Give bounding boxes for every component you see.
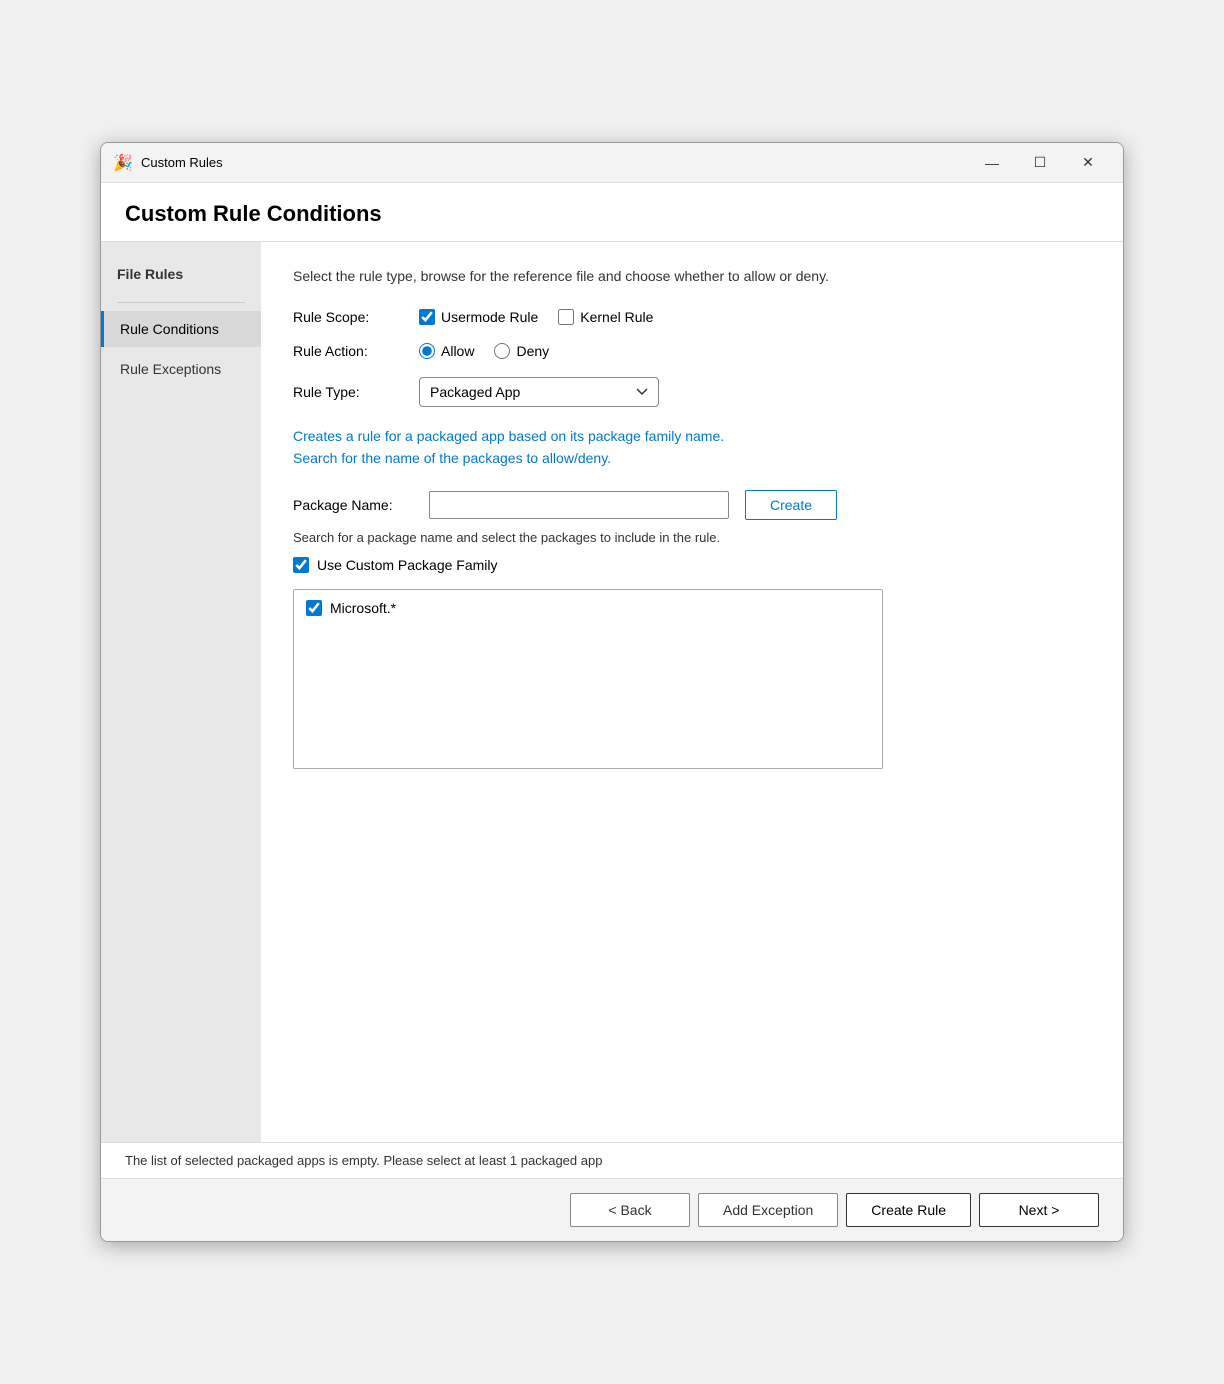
rule-type-select[interactable]: Publisher Path File Hash Packaged App xyxy=(419,377,659,407)
kernel-rule-checkbox[interactable] xyxy=(558,309,574,325)
main-window: 🎉 Custom Rules — ☐ ✕ Custom Rule Conditi… xyxy=(100,142,1124,1242)
close-button[interactable]: ✕ xyxy=(1065,147,1111,179)
page-header: Custom Rule Conditions xyxy=(101,183,1123,242)
usermode-rule-checkbox[interactable] xyxy=(419,309,435,325)
usermode-rule-label: Usermode Rule xyxy=(441,309,538,325)
create-button[interactable]: Create xyxy=(745,490,837,520)
add-exception-button[interactable]: Add Exception xyxy=(698,1193,838,1227)
list-item: Microsoft.* xyxy=(302,598,874,618)
rule-type-row: Rule Type: Publisher Path File Hash Pack… xyxy=(293,377,1091,407)
rule-scope-row: Rule Scope: Usermode Rule Kernel Rule xyxy=(293,309,1091,325)
microsoft-item-label: Microsoft.* xyxy=(330,600,396,616)
sidebar: File Rules Rule Conditions Rule Exceptio… xyxy=(101,242,261,1142)
title-bar: 🎉 Custom Rules — ☐ ✕ xyxy=(101,143,1123,183)
main-layout: File Rules Rule Conditions Rule Exceptio… xyxy=(101,242,1123,1142)
description-text: Select the rule type, browse for the ref… xyxy=(293,266,1091,287)
sidebar-item-rule-exceptions[interactable]: Rule Exceptions xyxy=(101,351,261,387)
rule-type-label: Rule Type: xyxy=(293,384,403,400)
package-name-label: Package Name: xyxy=(293,497,413,513)
rule-scope-options: Usermode Rule Kernel Rule xyxy=(419,309,653,325)
search-hint-text: Search for a package name and select the… xyxy=(293,530,1091,545)
microsoft-item-checkbox[interactable] xyxy=(306,600,322,616)
allow-label: Allow xyxy=(441,343,474,359)
package-name-input[interactable] xyxy=(429,491,729,519)
deny-option[interactable]: Deny xyxy=(494,343,549,359)
sidebar-item-rule-conditions[interactable]: Rule Conditions xyxy=(101,311,261,347)
package-list-box: Microsoft.* xyxy=(293,589,883,769)
content-area: Select the rule type, browse for the ref… xyxy=(261,242,1123,1142)
rule-action-row: Rule Action: Allow Deny xyxy=(293,343,1091,359)
back-button[interactable]: < Back xyxy=(570,1193,690,1227)
minimize-button[interactable]: — xyxy=(969,147,1015,179)
allow-option[interactable]: Allow xyxy=(419,343,474,359)
status-bar: The list of selected packaged apps is em… xyxy=(101,1142,1123,1178)
window-title: Custom Rules xyxy=(141,155,969,170)
rule-action-options: Allow Deny xyxy=(419,343,549,359)
app-icon: 🎉 xyxy=(113,153,133,173)
maximize-button[interactable]: ☐ xyxy=(1017,147,1063,179)
status-text: The list of selected packaged apps is em… xyxy=(125,1153,602,1168)
kernel-rule-option[interactable]: Kernel Rule xyxy=(558,309,653,325)
rule-action-label: Rule Action: xyxy=(293,343,403,359)
use-custom-label: Use Custom Package Family xyxy=(317,557,498,573)
next-button[interactable]: Next > xyxy=(979,1193,1099,1227)
window-controls: — ☐ ✕ xyxy=(969,147,1111,179)
kernel-rule-label: Kernel Rule xyxy=(580,309,653,325)
allow-radio[interactable] xyxy=(419,343,435,359)
package-name-row: Package Name: Create xyxy=(293,490,1091,520)
rule-scope-label: Rule Scope: xyxy=(293,309,403,325)
deny-radio[interactable] xyxy=(494,343,510,359)
usermode-rule-option[interactable]: Usermode Rule xyxy=(419,309,538,325)
sidebar-section-file-rules: File Rules xyxy=(101,258,261,294)
use-custom-checkbox[interactable] xyxy=(293,557,309,573)
footer: < Back Add Exception Create Rule Next > xyxy=(101,1178,1123,1241)
create-rule-button[interactable]: Create Rule xyxy=(846,1193,971,1227)
use-custom-row: Use Custom Package Family xyxy=(293,557,1091,573)
info-text: Creates a rule for a packaged app based … xyxy=(293,425,1091,470)
deny-label: Deny xyxy=(516,343,549,359)
page-title: Custom Rule Conditions xyxy=(125,201,1099,227)
sidebar-divider xyxy=(117,302,245,303)
